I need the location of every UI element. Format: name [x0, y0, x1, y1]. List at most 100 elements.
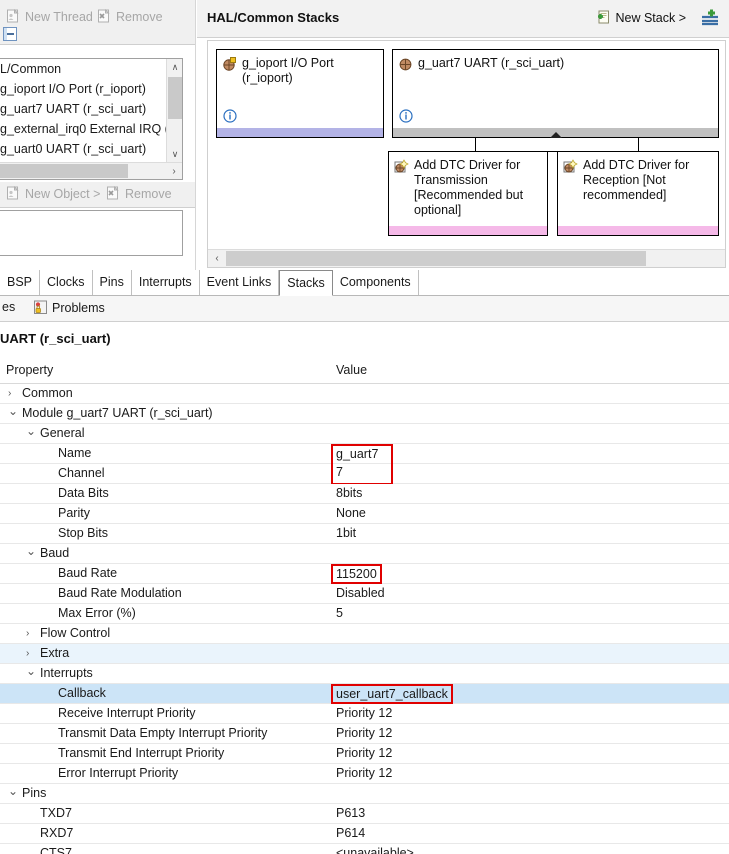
thread-list-item-label: L/Common [0, 62, 61, 76]
horizontal-scroll-thumb[interactable] [0, 164, 128, 178]
table-row[interactable]: ⌄Module g_uart7 UART (r_sci_uart) [0, 404, 729, 424]
table-row[interactable]: ›Flow Control [0, 624, 729, 644]
list-item[interactable]: g_uart7 UART (r_sci_uart) [0, 99, 166, 119]
list-item[interactable]: g_ioport I/O Port (r_ioport) [0, 79, 166, 99]
new-stack-icon [596, 10, 611, 25]
chevron-right-icon[interactable]: › [26, 628, 36, 640]
scroll-down-icon[interactable]: ∨ [167, 146, 183, 162]
remove-thread-button[interactable]: Remove [97, 9, 163, 24]
chevron-down-icon[interactable]: ⌄ [26, 665, 36, 677]
scroll-up-icon[interactable]: ∧ [167, 59, 183, 75]
property-value[interactable]: Priority 12 [336, 706, 392, 720]
table-row[interactable]: ⌄Interrupts [0, 664, 729, 684]
table-row[interactable]: Baud Rate115200 [0, 564, 729, 584]
tab-pins[interactable]: Pins [93, 270, 132, 295]
vertical-scroll-thumb[interactable] [168, 77, 182, 119]
table-row[interactable]: ⌄Pins [0, 784, 729, 804]
new-stack-button[interactable]: New Stack > [596, 10, 686, 25]
property-name: Parity [58, 506, 90, 520]
property-value[interactable]: g_uart7 [331, 444, 393, 465]
scroll-right-icon[interactable]: › [166, 163, 182, 179]
property-value[interactable]: 8bits [336, 486, 362, 500]
table-row[interactable]: Stop Bits1bit [0, 524, 729, 544]
table-row[interactable]: Data Bits8bits [0, 484, 729, 504]
table-row[interactable]: TXD7P613 [0, 804, 729, 824]
table-row[interactable]: CTS7<unavailable> [0, 844, 729, 854]
thread-list-horizontal-scrollbar[interactable]: › [0, 162, 182, 179]
objects-list[interactable] [0, 210, 183, 256]
list-item[interactable]: g_uart0 UART (r_sci_uart) [0, 139, 166, 159]
property-value[interactable]: <unavailable> [336, 846, 414, 854]
table-row[interactable]: Baud Rate ModulationDisabled [0, 584, 729, 604]
property-value[interactable]: P614 [336, 826, 365, 840]
collapse-all-icon[interactable] [3, 27, 17, 41]
table-row[interactable]: Error Interrupt PriorityPriority 12 [0, 764, 729, 784]
table-row[interactable]: Parity None [0, 504, 729, 524]
table-row[interactable]: ›Common [0, 384, 729, 404]
thread-toolbar: New Thread Remove [0, 0, 196, 45]
chevron-right-icon[interactable]: › [8, 388, 18, 400]
stack-node-uart7[interactable]: g_uart7 UART (r_sci_uart) [392, 49, 719, 138]
table-row[interactable]: RXD7P614 [0, 824, 729, 844]
expand-up-icon[interactable] [550, 132, 562, 138]
new-object-button[interactable]: New Object > [6, 186, 100, 201]
info-icon[interactable] [223, 109, 237, 123]
remove-object-button[interactable]: Remove [106, 186, 172, 201]
table-row[interactable]: Max Error (%)5 [0, 604, 729, 624]
new-thread-button[interactable]: New Thread [6, 9, 93, 24]
scroll-left-icon[interactable]: ‹ [208, 250, 226, 267]
property-value[interactable]: P613 [336, 806, 365, 820]
stacks-canvas[interactable]: g_ioport I/O Port (r_ioport) [207, 40, 726, 268]
table-header: Property Value [0, 358, 729, 384]
property-value[interactable]: 115200 [331, 564, 382, 584]
list-item[interactable]: g_external_irq0 External IRQ ( [0, 119, 166, 139]
tab-interrupts[interactable]: Interrupts [132, 270, 200, 295]
stack-node-dtc-reception[interactable]: Add DTC Driver for Reception [Not recomm… [557, 151, 719, 236]
property-value[interactable]: 1bit [336, 526, 356, 540]
table-row[interactable]: ⌄General [0, 424, 729, 444]
stack-node-footer [393, 128, 718, 137]
thread-list[interactable]: L/Common g_ioport I/O Port (r_ioport) g_… [0, 58, 183, 180]
tab-clocks[interactable]: Clocks [40, 270, 93, 295]
property-value[interactable]: 5 [336, 606, 343, 620]
horizontal-scroll-thumb[interactable] [226, 251, 646, 266]
tab-bsp[interactable]: BSP [0, 270, 40, 295]
list-item[interactable]: L/Common [0, 59, 166, 79]
property-value[interactable]: 7 [331, 464, 393, 485]
chevron-down-icon[interactable]: ⌄ [26, 545, 36, 557]
thread-list-vertical-scrollbar[interactable]: ∧ ∨ [166, 59, 182, 162]
table-row[interactable]: Callbackuser_uart7_callback [0, 684, 729, 704]
tab-problems[interactable]: Problems [33, 300, 105, 315]
new-stack-label: New Stack > [615, 11, 686, 25]
chevron-down-icon[interactable]: ⌄ [8, 405, 18, 417]
property-value[interactable]: Priority 12 [336, 766, 392, 780]
chevron-right-icon[interactable]: › [26, 648, 36, 660]
tab-event-links[interactable]: Event Links [200, 270, 280, 295]
stack-node-dtc-transmission[interactable]: Add DTC Driver for Transmission [Recomme… [388, 151, 548, 236]
table-row[interactable]: Nameg_uart7 [0, 444, 729, 464]
stack-node-footer [558, 226, 718, 235]
property-value[interactable]: Priority 12 [336, 746, 392, 760]
property-value[interactable]: user_uart7_callback [331, 684, 453, 704]
stack-node-ioport[interactable]: g_ioport I/O Port (r_ioport) [216, 49, 384, 138]
property-name: Transmit End Interrupt Priority [58, 746, 224, 760]
table-row[interactable]: ›Extra [0, 644, 729, 664]
property-value[interactable]: Disabled [336, 586, 385, 600]
chevron-down-icon[interactable]: ⌄ [8, 785, 18, 797]
remove-stack-icon[interactable] [699, 8, 721, 30]
table-row[interactable]: Transmit Data Empty Interrupt PriorityPr… [0, 724, 729, 744]
info-icon[interactable] [399, 109, 413, 123]
property-value[interactable]: None [336, 506, 366, 520]
table-row[interactable]: Receive Interrupt PriorityPriority 12 [0, 704, 729, 724]
tab-stacks[interactable]: Stacks [279, 270, 333, 296]
chevron-down-icon[interactable]: ⌄ [26, 425, 36, 437]
table-row[interactable]: ⌄Baud [0, 544, 729, 564]
stack-node-label: Add DTC Driver for Transmission [Recomme… [414, 158, 542, 218]
table-row[interactable]: Transmit End Interrupt Priority Priority … [0, 744, 729, 764]
table-row[interactable]: Channel7 [0, 464, 729, 484]
tab-components[interactable]: Components [333, 270, 419, 295]
stack-node-label: g_ioport I/O Port (r_ioport) [242, 56, 378, 86]
tab-properties[interactable]: es [2, 300, 15, 314]
property-value[interactable]: Priority 12 [336, 726, 392, 740]
canvas-horizontal-scrollbar[interactable]: ‹ [208, 249, 725, 267]
